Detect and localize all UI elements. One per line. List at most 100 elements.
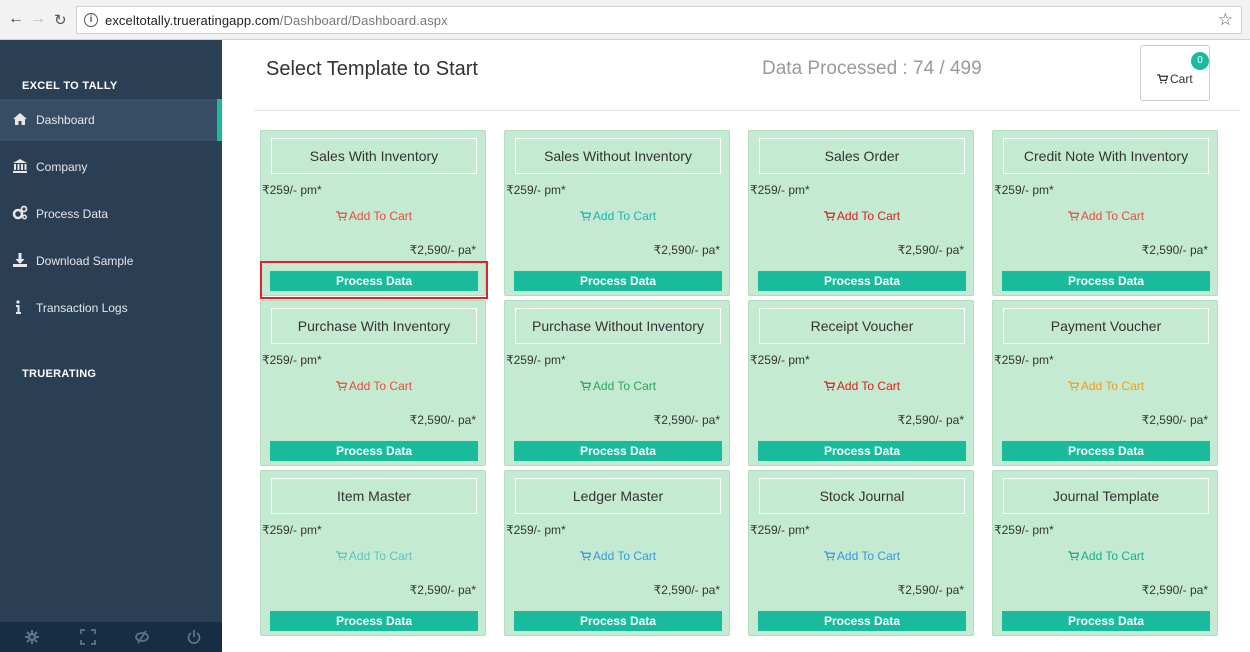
annual-price: ₹2,590/- pa* bbox=[897, 583, 964, 597]
annual-price: ₹2,590/- pa* bbox=[409, 243, 476, 257]
add-to-cart-link[interactable]: Add To Cart bbox=[993, 379, 1219, 393]
add-to-cart-link[interactable]: Add To Cart bbox=[505, 379, 731, 393]
cart-icon bbox=[579, 381, 591, 391]
sidebar-section-title: TRUERATING bbox=[22, 368, 97, 380]
template-name[interactable]: Payment Voucher bbox=[1003, 308, 1209, 344]
cart-icon bbox=[1067, 381, 1079, 391]
sidebar-item-label: Company bbox=[36, 160, 88, 174]
add-to-cart-link[interactable]: Add To Cart bbox=[261, 549, 487, 563]
monthly-price: ₹259/- pm* bbox=[994, 183, 1054, 197]
template-name[interactable]: Item Master bbox=[271, 478, 477, 514]
template-name[interactable]: Credit Note With Inventory bbox=[1003, 138, 1209, 174]
add-to-cart-link[interactable]: Add To Cart bbox=[993, 549, 1219, 563]
sidebar-section-title: EXCEL TO TALLY bbox=[22, 80, 118, 92]
annual-price: ₹2,590/- pa* bbox=[653, 583, 720, 597]
page-title: Select Template to Start bbox=[266, 58, 478, 80]
cart-icon bbox=[1067, 551, 1079, 561]
process-data-button[interactable]: Process Data bbox=[1002, 271, 1210, 291]
reload-icon[interactable]: ↻ bbox=[54, 11, 67, 29]
cart-icon bbox=[579, 211, 591, 221]
add-to-cart-label: Add To Cart bbox=[592, 549, 657, 563]
add-to-cart-label: Add To Cart bbox=[1080, 379, 1145, 393]
sidebar-item-process-data[interactable]: Process Data bbox=[0, 193, 222, 235]
template-name[interactable]: Sales Without Inventory bbox=[515, 138, 721, 174]
template-card: Purchase Without Inventory ₹259/- pm* Add … bbox=[504, 300, 730, 466]
bookmark-star-icon[interactable]: ☆ bbox=[1218, 10, 1233, 30]
sidebar-item-transaction-logs[interactable]: Transaction Logs bbox=[0, 287, 222, 329]
url-text[interactable]: exceltotally.trueratingapp.com/Dashboard… bbox=[105, 13, 448, 28]
monthly-price: ₹259/- pm* bbox=[506, 523, 566, 537]
process-data-button[interactable]: Process Data bbox=[514, 611, 722, 631]
sidebar-item-label: Transaction Logs bbox=[36, 301, 128, 315]
monthly-price: ₹259/- pm* bbox=[262, 353, 322, 367]
add-to-cart-link[interactable]: Add To Cart bbox=[749, 549, 975, 563]
process-data-button[interactable]: Process Data bbox=[758, 611, 966, 631]
data-processed-status: Data Processed : 74 / 499 bbox=[762, 58, 982, 79]
sidebar-item-download-sample[interactable]: Download Sample bbox=[0, 240, 222, 282]
monthly-price: ₹259/- pm* bbox=[994, 353, 1054, 367]
annual-price: ₹2,590/- pa* bbox=[1141, 583, 1208, 597]
url-path: /Dashboard/Dashboard.aspx bbox=[279, 13, 448, 28]
template-name[interactable]: Journal Template bbox=[1003, 478, 1209, 514]
template-name[interactable]: Sales Order bbox=[759, 138, 965, 174]
cart-icon bbox=[579, 551, 591, 561]
settings-icon[interactable] bbox=[24, 629, 40, 645]
add-to-cart-label: Add To Cart bbox=[592, 379, 657, 393]
template-name[interactable]: Ledger Master bbox=[515, 478, 721, 514]
sidebar: EXCEL TO TALLY Dashboard Company Process… bbox=[0, 40, 222, 652]
annual-price: ₹2,590/- pa* bbox=[897, 243, 964, 257]
sidebar-footer bbox=[0, 622, 222, 652]
back-arrow-icon[interactable]: ← bbox=[8, 10, 24, 28]
main-content: Select Template to Start Data Processed … bbox=[222, 40, 1250, 652]
sidebar-item-label: Process Data bbox=[36, 207, 109, 221]
monthly-price: ₹259/- pm* bbox=[994, 523, 1054, 537]
template-name[interactable]: Purchase With Inventory bbox=[271, 308, 477, 344]
process-data-button[interactable]: Process Data bbox=[1002, 441, 1210, 461]
monthly-price: ₹259/- pm* bbox=[262, 523, 322, 537]
cart-icon bbox=[1067, 211, 1079, 221]
add-to-cart-label: Add To Cart bbox=[348, 209, 413, 223]
eye-slash-icon[interactable] bbox=[134, 629, 150, 645]
process-data-button[interactable]: Process Data bbox=[270, 611, 478, 631]
browser-toolbar: ← → ↻ i exceltotally.trueratingapp.com/D… bbox=[0, 0, 1250, 40]
cart-count-badge: 0 bbox=[1191, 52, 1209, 70]
sidebar-item-dashboard[interactable]: Dashboard bbox=[0, 99, 222, 141]
process-data-button[interactable]: Process Data bbox=[514, 271, 722, 291]
template-name[interactable]: Receipt Voucher bbox=[759, 308, 965, 344]
template-name[interactable]: Stock Journal bbox=[759, 478, 965, 514]
power-icon[interactable] bbox=[186, 629, 202, 645]
annual-price: ₹2,590/- pa* bbox=[1141, 413, 1208, 427]
template-card: Credit Note With Inventory ₹259/- pm* Add … bbox=[992, 130, 1218, 296]
home-icon bbox=[13, 113, 27, 125]
add-to-cart-link[interactable]: Add To Cart bbox=[749, 209, 975, 223]
add-to-cart-link[interactable]: Add To Cart bbox=[749, 379, 975, 393]
annual-price: ₹2,590/- pa* bbox=[653, 413, 720, 427]
cart-button[interactable]: Cart 0 bbox=[1140, 45, 1210, 101]
fullscreen-icon[interactable] bbox=[80, 629, 96, 645]
monthly-price: ₹259/- pm* bbox=[506, 183, 566, 197]
add-to-cart-link[interactable]: Add To Cart bbox=[505, 209, 731, 223]
url-host: exceltotally.trueratingapp.com bbox=[105, 13, 280, 28]
info-icon[interactable]: i bbox=[84, 13, 98, 27]
add-to-cart-link[interactable]: Add To Cart bbox=[505, 549, 731, 563]
add-to-cart-link[interactable]: Add To Cart bbox=[261, 209, 487, 223]
template-name[interactable]: Purchase Without Inventory bbox=[515, 308, 721, 344]
add-to-cart-label: Add To Cart bbox=[1080, 209, 1145, 223]
template-name[interactable]: Sales With Inventory bbox=[271, 138, 477, 174]
forward-arrow-icon[interactable]: → bbox=[30, 10, 46, 28]
info-icon bbox=[16, 300, 21, 314]
process-data-button[interactable]: Process Data bbox=[270, 441, 478, 461]
add-to-cart-label: Add To Cart bbox=[592, 209, 657, 223]
process-data-button[interactable]: Process Data bbox=[1002, 611, 1210, 631]
add-to-cart-link[interactable]: Add To Cart bbox=[993, 209, 1219, 223]
process-data-button[interactable]: Process Data bbox=[758, 441, 966, 461]
add-to-cart-label: Add To Cart bbox=[348, 549, 413, 563]
template-card: Stock Journal ₹259/- pm* Add To Cart ₹2,590… bbox=[748, 470, 974, 636]
address-bar[interactable]: i exceltotally.trueratingapp.com/Dashboa… bbox=[76, 6, 1242, 34]
process-data-button[interactable]: Process Data bbox=[758, 271, 966, 291]
cart-icon bbox=[823, 381, 835, 391]
add-to-cart-link[interactable]: Add To Cart bbox=[261, 379, 487, 393]
sidebar-item-label: Download Sample bbox=[36, 254, 134, 268]
process-data-button[interactable]: Process Data bbox=[514, 441, 722, 461]
sidebar-item-company[interactable]: Company bbox=[0, 146, 222, 188]
